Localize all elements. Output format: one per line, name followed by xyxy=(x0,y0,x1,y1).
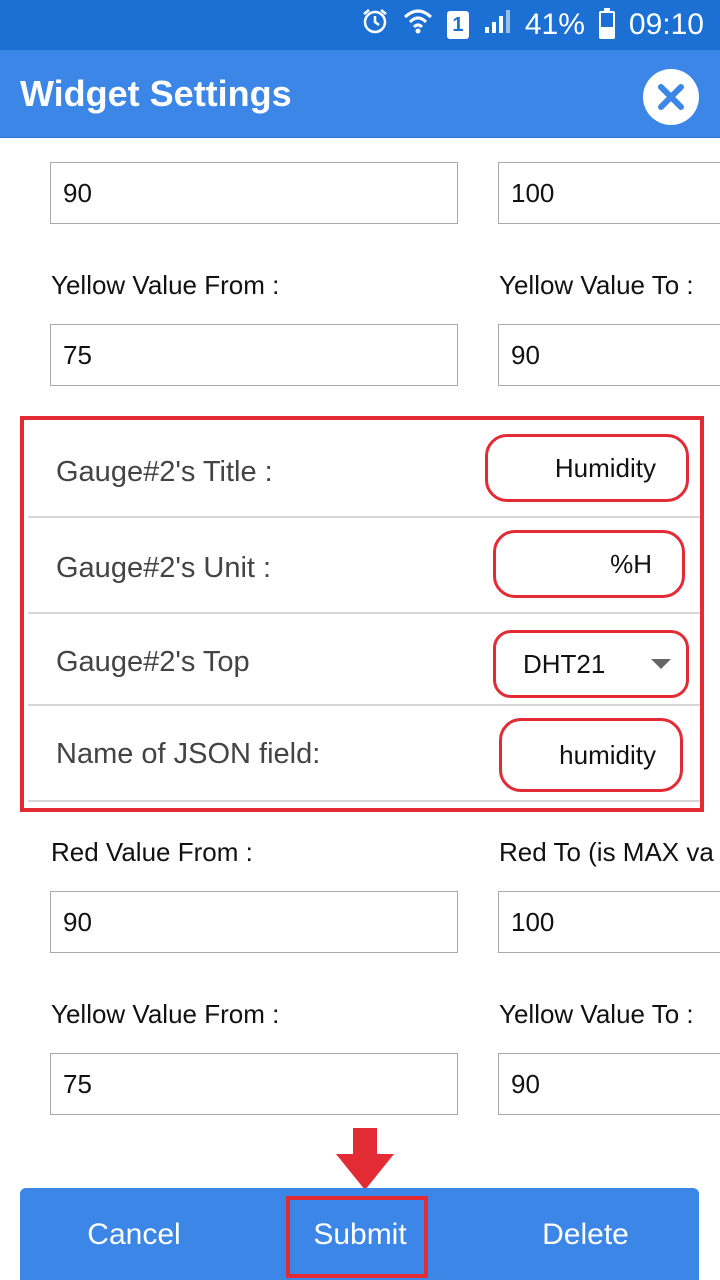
gauge2-title-label: Gauge#2's Title : xyxy=(56,456,273,488)
red-to-label: Red To (is MAX va xyxy=(499,837,714,867)
yellow-to-field-2[interactable]: 90 xyxy=(498,1053,720,1115)
yellow-from-label-2: Yellow Value From : xyxy=(51,999,280,1029)
gauge2-json-label: Name of JSON field: xyxy=(56,738,321,770)
delete-button[interactable]: Delete xyxy=(472,1188,699,1280)
yellow-from-label: Yellow Value From : xyxy=(51,270,280,300)
yellow-from-field[interactable]: 75 xyxy=(50,324,458,386)
gauge2-unit-label: Gauge#2's Unit : xyxy=(56,552,272,584)
battery-icon xyxy=(598,8,615,39)
dropdown-caret-icon xyxy=(651,659,671,669)
arrow-down-icon xyxy=(336,1128,394,1197)
gauge2-topic-value: DHT21 xyxy=(523,649,606,679)
alarm-icon xyxy=(361,7,389,43)
submit-highlight xyxy=(286,1196,428,1278)
page-title: Widget Settings xyxy=(20,73,292,114)
gauge2-title-row: Gauge#2's Title : Humidity xyxy=(28,420,700,518)
gauge2-topic-select[interactable]: DHT21 xyxy=(493,630,689,698)
cancel-button[interactable]: Cancel xyxy=(20,1188,248,1280)
battery-percent: 41% xyxy=(524,8,585,41)
sim-icon: 1 xyxy=(446,11,469,39)
red-from-field[interactable]: 90 xyxy=(50,162,458,224)
gauge2-topic-row: Gauge#2's Top DHT21 xyxy=(28,614,700,706)
yellow-to-label: Yellow Value To : xyxy=(499,270,694,300)
red-to-field[interactable]: 100 xyxy=(498,162,720,224)
status-bar: 1 41% 09:10 xyxy=(0,0,720,50)
red-to-field-2[interactable]: 100 xyxy=(498,891,720,953)
close-icon xyxy=(643,84,699,129)
signal-icon xyxy=(483,7,511,43)
close-button[interactable] xyxy=(643,69,699,125)
yellow-to-field[interactable]: 90 xyxy=(498,324,720,386)
gauge2-json-input[interactable]: humidity xyxy=(499,718,683,792)
gauge2-unit-row: Gauge#2's Unit : %H xyxy=(28,518,700,614)
yellow-from-field-2[interactable]: 75 xyxy=(50,1053,458,1115)
gauge2-topic-label: Gauge#2's Top xyxy=(56,646,250,678)
yellow-to-label-2: Yellow Value To : xyxy=(499,999,694,1029)
red-from-field-2[interactable]: 90 xyxy=(50,891,458,953)
red-from-label: Red Value From : xyxy=(51,837,253,867)
gauge2-unit-input[interactable]: %H xyxy=(493,530,685,598)
header-bar: Widget Settings xyxy=(0,50,720,138)
clock: 09:10 xyxy=(628,8,704,41)
gauge2-json-row: Name of JSON field: humidity xyxy=(28,706,700,802)
wifi-icon xyxy=(403,7,433,43)
gauge2-title-input[interactable]: Humidity xyxy=(485,434,689,502)
gauge2-settings-panel: Gauge#2's Title : Humidity Gauge#2's Uni… xyxy=(20,416,704,812)
